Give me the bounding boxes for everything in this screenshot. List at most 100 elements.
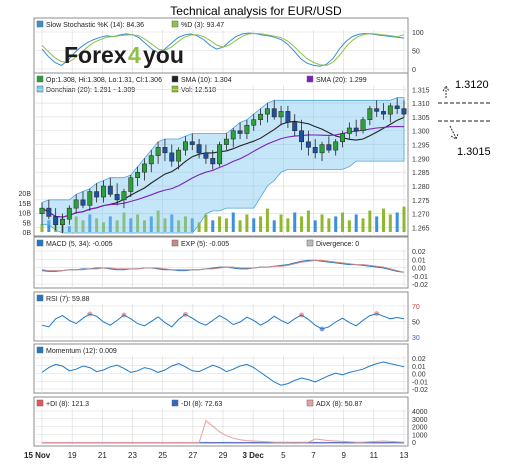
legend-label-dmi: +DI (8): 121.3 — [46, 401, 89, 408]
legend-label-price: Donchian (20): 1.291 - 1.309 — [46, 87, 135, 94]
volume-bar — [211, 220, 215, 232]
volume-bar — [218, 216, 222, 232]
volume-tick: 0B — [22, 230, 31, 237]
volume-bar — [279, 214, 283, 232]
legend-label-price: Vol: 12.518 — [181, 87, 216, 94]
legend-swatch-dmi — [171, 399, 179, 407]
y-tick-price: 1.315 — [412, 87, 430, 94]
volume-bar — [341, 212, 345, 232]
candle-body — [148, 155, 154, 165]
candle-body — [196, 144, 202, 154]
volume-bar — [334, 216, 338, 232]
candle-body — [39, 207, 45, 214]
candle-body — [135, 171, 141, 178]
resistance-label: 1.3120 — [455, 79, 489, 91]
volume-tick: 20B — [19, 191, 32, 198]
legend-swatch-rsi — [36, 294, 44, 302]
volume-bar — [388, 214, 392, 232]
candle-body — [264, 108, 270, 115]
candle-body — [360, 119, 366, 131]
candle-body — [258, 113, 264, 120]
volume-bar — [402, 206, 406, 232]
y-tick-stochastic: 0 — [412, 67, 416, 74]
candle-body — [333, 141, 339, 151]
volume-bar — [375, 216, 379, 232]
volume-bar — [245, 214, 249, 232]
volume-tick: 5B — [22, 220, 31, 227]
x-tick: 19 — [68, 451, 77, 460]
volume-bar — [238, 220, 242, 232]
legend-label-momentum: Momentum (12): 0.009 — [46, 348, 117, 355]
candle-body — [182, 141, 188, 151]
volume-bar — [272, 220, 276, 232]
down-arrow-icon — [449, 125, 459, 140]
panels-layer: Slow Stochastic %K (14): 84.36 %D (3): 93… — [19, 17, 430, 460]
candle-body — [114, 194, 120, 201]
y-tick-rsi: 50 — [412, 320, 420, 327]
candle-body — [340, 133, 345, 143]
x-tick: 11 — [370, 451, 379, 460]
candle-body — [94, 191, 100, 198]
candle-body — [210, 158, 216, 165]
volume-bar — [368, 210, 372, 232]
y-tick-momentum: -0.01 — [412, 379, 428, 386]
candle-body — [237, 130, 243, 134]
volume-bar — [224, 218, 228, 232]
candle-body — [251, 119, 257, 126]
volume-bar — [286, 218, 290, 232]
logo-text-forex: Forex — [64, 42, 127, 68]
y-tick-macd: -0.02 — [412, 282, 428, 289]
y-tick-dmi: 0 — [412, 440, 416, 447]
y-tick-price: 1.285 — [412, 170, 430, 177]
candle-body — [169, 152, 175, 162]
x-tick: 21 — [98, 451, 107, 460]
candle-body — [53, 216, 59, 225]
candle-body — [60, 218, 65, 225]
candle-body — [271, 108, 277, 118]
candle-body — [87, 191, 93, 206]
page-title: Technical analysis for EUR/USD — [170, 4, 342, 18]
y-tick-price: 1.280 — [412, 184, 430, 191]
y-tick-momentum: -0.02 — [412, 387, 428, 394]
candle-body — [394, 105, 400, 109]
candle-body — [107, 185, 113, 195]
candle-body — [223, 138, 229, 145]
legend-swatch-stochastic — [36, 20, 44, 28]
price-annotations: 1.3120 1.3015 — [438, 79, 491, 158]
legend-swatch-dmi — [306, 399, 314, 407]
candle-body — [66, 207, 72, 220]
candle-body — [128, 177, 134, 192]
logo-text-you: you — [143, 42, 184, 68]
y-tick-momentum: 0.01 — [412, 364, 426, 371]
legend-label-rsi: RSI (7): 59.88 — [46, 296, 90, 303]
candle-body — [80, 199, 86, 206]
x-tick: 29 — [219, 451, 228, 460]
legend-swatch-price — [36, 75, 44, 83]
candle-body — [217, 144, 223, 165]
legend-label-price: Op:1.308, Hi:1.308, Lo:1.31, Cl:1.306 — [46, 77, 162, 84]
volume-bar — [259, 216, 263, 232]
candle-body — [319, 144, 325, 154]
candle-body — [305, 141, 311, 148]
x-tick: 5 — [281, 451, 286, 460]
y-tick-rsi: 70 — [412, 304, 420, 311]
forex4you-logo: Forex 4 you — [64, 42, 184, 68]
candle-body — [176, 149, 182, 162]
legend-label-macd: Divergence: 0 — [316, 241, 359, 248]
candle-body — [46, 207, 52, 217]
candle-body — [299, 130, 304, 143]
volume-bar — [252, 218, 256, 232]
y-tick-price: 1.310 — [412, 101, 430, 108]
legend-label-macd: MACD (5, 34): -0.005 — [46, 241, 113, 248]
volume-bar — [382, 208, 386, 232]
legend-swatch-dmi — [36, 399, 44, 407]
volume-bar — [361, 218, 365, 232]
volume-bar — [40, 224, 44, 232]
legend-label-macd: EXP (5): -0.005 — [181, 241, 229, 248]
y-tick-price: 1.305 — [412, 115, 430, 122]
x-tick: 9 — [341, 451, 346, 460]
y-tick-macd: 0.01 — [412, 257, 426, 264]
volume-bar — [354, 214, 358, 232]
volume-bar — [313, 220, 317, 232]
x-tick: 25 — [158, 451, 167, 460]
